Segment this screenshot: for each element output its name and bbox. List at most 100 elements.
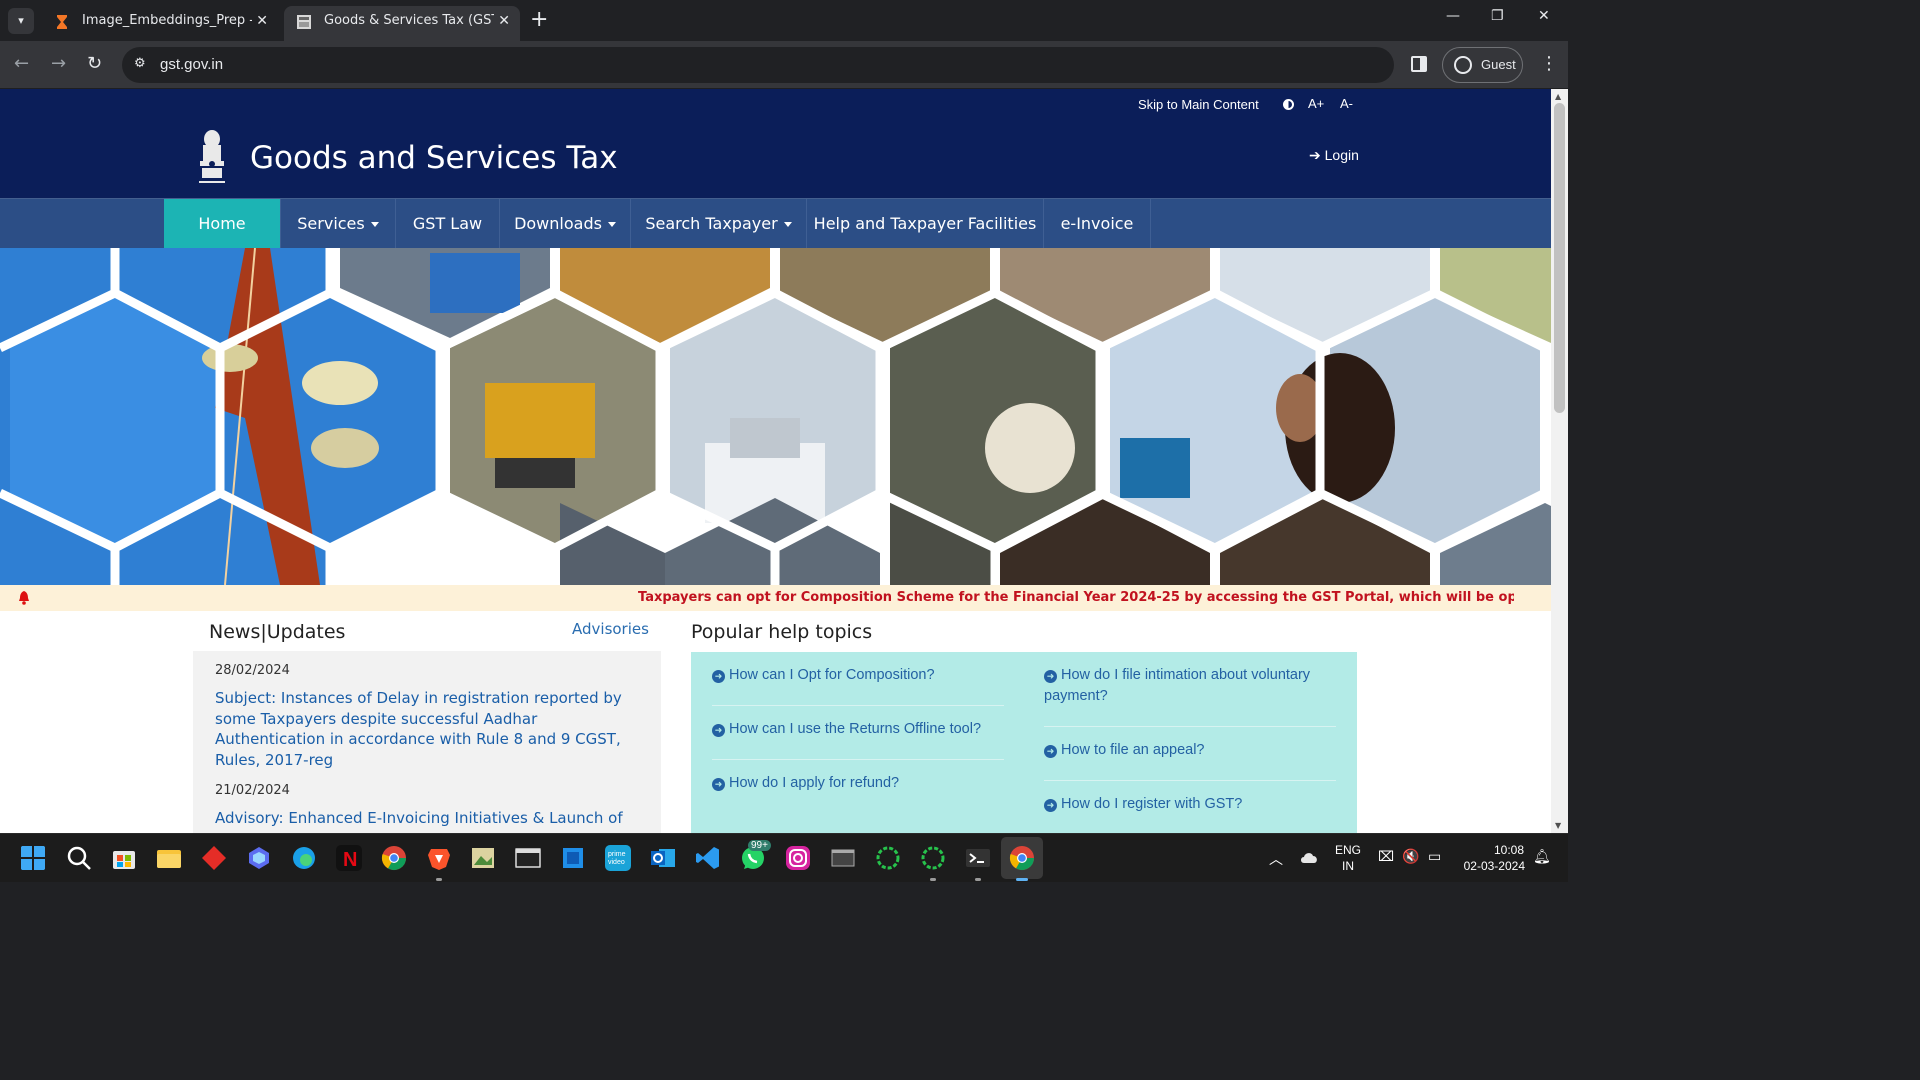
muted-speaker-icon[interactable]: 🔇 [1402, 849, 1419, 865]
scroll-thumb[interactable] [1554, 103, 1565, 413]
close-window-icon[interactable]: ✕ [1538, 8, 1550, 24]
clock-date[interactable]: 02-03-2024 [1455, 859, 1525, 873]
network-icon[interactable]: ⌧ [1378, 849, 1394, 865]
help-topic-label: How can I use the Returns Offline tool? [729, 721, 982, 737]
restore-icon[interactable]: ❐ [1491, 8, 1504, 24]
microsoft-store-icon[interactable] [111, 845, 137, 871]
brave-icon[interactable] [426, 845, 452, 871]
site-info-icon[interactable]: ⚙ [134, 56, 146, 71]
image-editor-icon[interactable] [470, 845, 496, 871]
reload-icon[interactable]: ↻ [87, 53, 102, 74]
tab-title: Image_Embeddings_Prep - Jupyter [82, 13, 252, 28]
url-text[interactable]: gst.gov.in [160, 56, 223, 73]
instagram-icon[interactable] [785, 845, 811, 871]
site-header: Goods and Services Tax ➔ Login [0, 120, 1551, 198]
outlook-icon[interactable] [650, 845, 676, 871]
chrome-active-icon[interactable] [1009, 845, 1035, 871]
arrow-circle-icon: ➜ [1044, 670, 1057, 683]
chrome-icon[interactable] [381, 845, 407, 871]
advisories-link[interactable]: Advisories [572, 620, 649, 638]
help-topic-label: How do I apply for refund? [729, 775, 900, 791]
login-icon: ➔ [1309, 147, 1321, 163]
help-topic-link[interactable]: ➜ How do I file intimation about voluntar… [1044, 652, 1336, 727]
file-explorer-icon[interactable] [156, 845, 182, 871]
news-item-link[interactable]: Advisory: Enhanced E-Invoicing Initiativ… [215, 808, 625, 829]
ticker-message[interactable]: Taxpayers can opt for Composition Scheme… [638, 590, 1514, 605]
help-topic-label: How to file an appeal? [1061, 742, 1205, 758]
notification-bell-icon[interactable]: 🔔︎ [1533, 849, 1551, 865]
site-title[interactable]: Goods and Services Tax [250, 140, 618, 176]
language-code[interactable]: ENG [1333, 843, 1363, 857]
login-label: Login [1324, 147, 1359, 163]
region-code[interactable]: IN [1333, 859, 1363, 873]
contrast-icon[interactable] [1283, 99, 1294, 110]
tab-gst[interactable]: Goods & Services Tax (GST) | Home ✕ [284, 6, 520, 41]
vscode-icon[interactable] [695, 845, 721, 871]
side-panel-icon[interactable] [1411, 56, 1427, 72]
close-tab-icon[interactable]: ✕ [498, 6, 510, 36]
national-emblem-logo[interactable] [195, 129, 229, 187]
tab-jupyter[interactable]: Image_Embeddings_Prep - Jupyter ✕ [42, 6, 278, 41]
bell-icon [19, 591, 29, 605]
help-topic-link[interactable]: ➜ How can I Opt for Composition? [712, 652, 1004, 706]
skip-to-main-link[interactable]: Skip to Main Content [1138, 97, 1259, 112]
browser-menu-icon[interactable]: ⋮ [1540, 53, 1558, 74]
address-bar[interactable]: ⚙ gst.gov.in [122, 47, 1394, 83]
copilot-icon[interactable] [246, 845, 272, 871]
tab-search-button[interactable]: ▾ [8, 8, 34, 34]
news-item-link[interactable]: Subject: Instances of Delay in registrat… [215, 688, 625, 770]
hero-banner-image [0, 248, 1551, 585]
login-link[interactable]: ➔ Login [1309, 147, 1359, 164]
ms-app-icon[interactable] [560, 845, 586, 871]
nav-e-invoice[interactable]: e-Invoice [1044, 199, 1151, 249]
nav-label: Home [198, 214, 246, 233]
app-red-diamond-icon[interactable] [201, 845, 227, 871]
forward-icon[interactable]: → [51, 53, 66, 74]
gst-favicon-icon [297, 15, 311, 29]
nav-home[interactable]: Home [164, 199, 281, 249]
help-topic-link[interactable]: ➜ How can I use the Returns Offline tool? [712, 706, 1004, 760]
battery-icon[interactable]: ▭ [1428, 849, 1441, 865]
close-tab-icon[interactable]: ✕ [256, 6, 268, 36]
spinner-app-icon[interactable] [920, 845, 946, 871]
console-app-icon[interactable] [830, 845, 856, 871]
spinner-app-icon[interactable] [875, 845, 901, 871]
nav-downloads[interactable]: Downloads [500, 199, 631, 249]
browser-tab-bar: ▾ Image_Embeddings_Prep - Jupyter ✕ Good… [0, 0, 1568, 41]
nav-label: Services [297, 214, 365, 233]
back-icon[interactable]: ← [14, 53, 29, 74]
nav-help-facilities[interactable]: Help and Taxpayer Facilities [807, 199, 1044, 249]
font-increase-button[interactable]: A+ [1308, 96, 1324, 111]
windows-start-icon[interactable] [20, 845, 46, 871]
cloud-icon[interactable] [1299, 850, 1319, 864]
help-topic-link[interactable]: ➜ How do I register with GST? [1044, 781, 1336, 833]
netflix-icon[interactable]: N [336, 845, 362, 871]
nav-services[interactable]: Services [281, 199, 396, 249]
terminal-window-icon[interactable] [515, 845, 541, 871]
edge-icon[interactable] [291, 845, 317, 871]
prime-video-icon[interactable]: primevideo [605, 845, 631, 871]
nav-search-taxpayer[interactable]: Search Taxpayer [631, 199, 807, 249]
running-indicator [930, 878, 936, 881]
nav-gst-law[interactable]: GST Law [396, 199, 500, 249]
minimize-icon[interactable]: — [1446, 8, 1460, 24]
windows-terminal-icon[interactable] [965, 845, 991, 871]
new-tab-button[interactable]: + [530, 6, 548, 34]
page-scrollbar[interactable]: ▲ ▼ [1551, 89, 1568, 833]
search-icon[interactable] [66, 845, 92, 871]
news-heading: News|Updates [209, 621, 346, 643]
profile-button[interactable]: Guest [1442, 47, 1523, 83]
help-topic-label: How can I Opt for Composition? [729, 667, 935, 683]
scroll-down-icon[interactable]: ▼ [1555, 821, 1561, 830]
help-topic-link[interactable]: ➜ How do I apply for refund? [712, 760, 1004, 814]
font-decrease-button[interactable]: A- [1340, 96, 1353, 111]
chevron-up-icon[interactable]: ︿ [1269, 849, 1283, 869]
svg-text:prime: prime [608, 851, 626, 858]
clock-time[interactable]: 10:08 [1460, 843, 1524, 857]
news-date: 28/02/2024 [215, 663, 290, 678]
scroll-up-icon[interactable]: ▲ [1555, 92, 1561, 101]
help-topic-link[interactable]: ➜ How to file an appeal? [1044, 727, 1336, 781]
nav-label: e-Invoice [1060, 214, 1134, 233]
help-heading: Popular help topics [691, 621, 873, 643]
windows-taskbar: N prime video 99+ ︿ ENG IN ⌧ 🔇 ▭ 10:08 0… [0, 833, 1568, 882]
